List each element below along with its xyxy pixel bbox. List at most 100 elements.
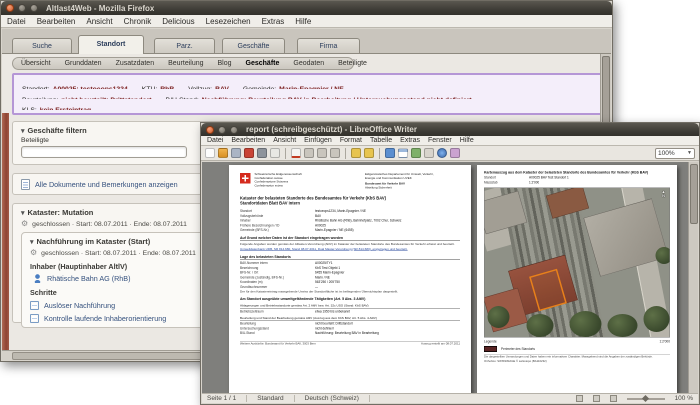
- kv-value: nicht beurteilt: Drittstandort: [315, 322, 353, 326]
- zoom-slider[interactable]: [626, 394, 665, 402]
- writer-toolbar: 100% ▼: [201, 146, 699, 161]
- sub-heading: Ablagerungen und Betriebsstandorte gemäs…: [240, 304, 460, 309]
- close-icon[interactable]: [6, 4, 14, 12]
- hyperlink-icon[interactable]: [385, 148, 395, 158]
- subnav-beurteilung[interactable]: Beurteilung: [168, 60, 203, 67]
- copy-icon[interactable]: [317, 148, 327, 158]
- kv-value: —: [315, 285, 319, 289]
- tab-geschaefte[interactable]: Geschäfte: [222, 38, 285, 54]
- menu-bearbeiten[interactable]: Bearbeiten: [37, 17, 76, 26]
- subnav-geodaten[interactable]: Geodaten: [293, 60, 324, 67]
- cut-icon[interactable]: [304, 148, 314, 158]
- menu-format[interactable]: Format: [340, 137, 362, 144]
- step-ausloeser-link[interactable]: Auslöser Nachführung: [44, 301, 115, 310]
- tab-parzelle[interactable]: Parz.: [154, 38, 215, 54]
- confederation-lines: Schweizerische Eidgenossenschaft Confédé…: [255, 173, 302, 190]
- menu-ansicht[interactable]: Ansicht: [273, 137, 296, 144]
- firefox-titlebar[interactable]: Altlast4Web - Mozilla Firefox: [1, 1, 612, 15]
- subnav-uebersicht[interactable]: Übersicht: [21, 60, 51, 67]
- inhaber-link[interactable]: Rhätische Bahn AG (RhB): [47, 274, 131, 283]
- gallery-icon[interactable]: [450, 148, 460, 158]
- tab-suche[interactable]: Suche: [12, 38, 72, 54]
- collapse-icon[interactable]: ▾: [30, 238, 34, 246]
- info-row-2: Beurteilung:nicht beurteilt: Drittstando…: [22, 89, 593, 100]
- scrollbar-thumb[interactable]: [12, 352, 212, 360]
- tab-firma[interactable]: Firma: [297, 38, 360, 54]
- statusbar-zoom[interactable]: 100 %: [675, 395, 693, 402]
- subnav-geschaefte[interactable]: Geschäfte: [246, 60, 280, 67]
- document-link-text[interactable]: Umweltdatenbank UDB, SR 814.680, Stand 0…: [240, 247, 460, 251]
- all-documents-link[interactable]: Alle Dokumente und Bemerkungen anzeigen: [35, 180, 178, 189]
- menu-fenster[interactable]: Fenster: [428, 137, 452, 144]
- zoom-combobox[interactable]: 100% ▼: [655, 147, 695, 159]
- page-preview-icon[interactable]: [270, 148, 280, 158]
- export-pdf-icon[interactable]: [244, 148, 254, 158]
- menu-lesezeichen[interactable]: Lesezeichen: [206, 17, 251, 26]
- kv-label: Gemeinde (zuständig, BFS-Nr.): [240, 275, 284, 280]
- scrollbar-thumb[interactable]: [690, 164, 698, 224]
- paragraph: Folgende Angaben wurden gemäss der Altla…: [240, 242, 455, 247]
- subnav-grunddaten[interactable]: Grunddaten: [65, 60, 102, 67]
- statusbar-style[interactable]: Standard: [257, 395, 295, 402]
- writer-titlebar[interactable]: report (schreibgeschützt) - LibreOffice …: [201, 123, 699, 136]
- toolbar-separator: [345, 147, 346, 159]
- menu-datei[interactable]: Datei: [207, 137, 223, 144]
- section-heading: Auf Grund welcher Daten ist der Standort…: [240, 237, 460, 241]
- collapse-icon[interactable]: ▾: [21, 127, 25, 135]
- menu-hilfe[interactable]: Hilfe: [460, 137, 474, 144]
- subnav-zusatzdaten[interactable]: Zusatzdaten: [116, 60, 155, 67]
- maximize-icon[interactable]: [230, 125, 238, 134]
- tab-standort[interactable]: Standort: [78, 35, 144, 54]
- vertical-scrollbar[interactable]: [688, 162, 698, 393]
- menu-ansicht[interactable]: Ansicht: [86, 17, 112, 26]
- kv-label: Gemeinde (BFS-Nr.): [240, 228, 269, 233]
- minimize-icon[interactable]: [18, 4, 26, 12]
- menu-hilfe[interactable]: Hilfe: [295, 17, 311, 26]
- spellcheck-icon[interactable]: [291, 148, 301, 158]
- beteiligte-label: Beteiligte: [21, 137, 49, 144]
- maximize-icon[interactable]: [30, 4, 38, 12]
- draw-functions-icon[interactable]: [411, 148, 421, 158]
- multi-page-view-icon[interactable]: [592, 395, 600, 402]
- menu-extras[interactable]: Extras: [400, 137, 420, 144]
- find-replace-icon[interactable]: [424, 148, 434, 158]
- beteiligte-input[interactable]: [21, 146, 187, 158]
- undo-icon[interactable]: [351, 148, 361, 158]
- paragraph: Der für den Katastereintrag massgebende …: [240, 289, 399, 294]
- dept-line: Energie und Kommunikation UVEK: [365, 176, 412, 180]
- menu-chronik[interactable]: Chronik: [124, 17, 152, 26]
- menu-einfuegen[interactable]: Einfügen: [304, 137, 332, 144]
- open-icon[interactable]: [218, 148, 228, 158]
- save-icon[interactable]: [231, 148, 241, 158]
- new-document-icon[interactable]: [205, 148, 215, 158]
- menu-bearbeiten[interactable]: Bearbeiten: [231, 137, 265, 144]
- paste-icon[interactable]: [330, 148, 340, 158]
- kv-value: A00025/TY1: [315, 261, 333, 266]
- menu-tabelle[interactable]: Tabelle: [370, 137, 392, 144]
- pdf-page-2: Kartenauszug aus dem Kataster der belast…: [477, 165, 677, 393]
- kv-label: Frühere Bezeichnungen / ID: [240, 223, 280, 228]
- menu-datei[interactable]: Datei: [7, 17, 26, 26]
- perimeter-legend-swatch: [484, 346, 497, 352]
- redo-icon[interactable]: [364, 148, 374, 158]
- menu-extras[interactable]: Extras: [262, 17, 285, 26]
- zoom-slider-handle[interactable]: [641, 394, 649, 402]
- subnav-beteiligte[interactable]: Beteiligte: [338, 60, 367, 67]
- statusbar-language[interactable]: Deutsch (Schweiz): [305, 395, 370, 402]
- close-icon[interactable]: [206, 125, 214, 134]
- book-view-icon[interactable]: [609, 395, 617, 402]
- info-row-3: KLS:kein Ersteintrag: [22, 99, 593, 110]
- subnav-blog[interactable]: Blog: [218, 60, 232, 67]
- north-arrow-icon: ▲ N: [662, 190, 666, 198]
- print-icon[interactable]: [257, 148, 267, 158]
- collapse-icon[interactable]: ▾: [21, 209, 25, 217]
- kv-label: Betriebszeitraum: [240, 309, 264, 314]
- single-page-view-icon[interactable]: [575, 395, 583, 402]
- toolbar-separator: [379, 147, 380, 159]
- kv-value: 563'250 / 205'750: [315, 280, 340, 285]
- insert-table-icon[interactable]: [398, 148, 408, 158]
- step-kontrolle-link[interactable]: Kontrolle laufende Inhaberorientierung: [44, 314, 166, 323]
- menu-delicious[interactable]: Delicious: [162, 17, 194, 26]
- minimize-icon[interactable]: [218, 125, 226, 134]
- navigator-icon[interactable]: [437, 148, 447, 158]
